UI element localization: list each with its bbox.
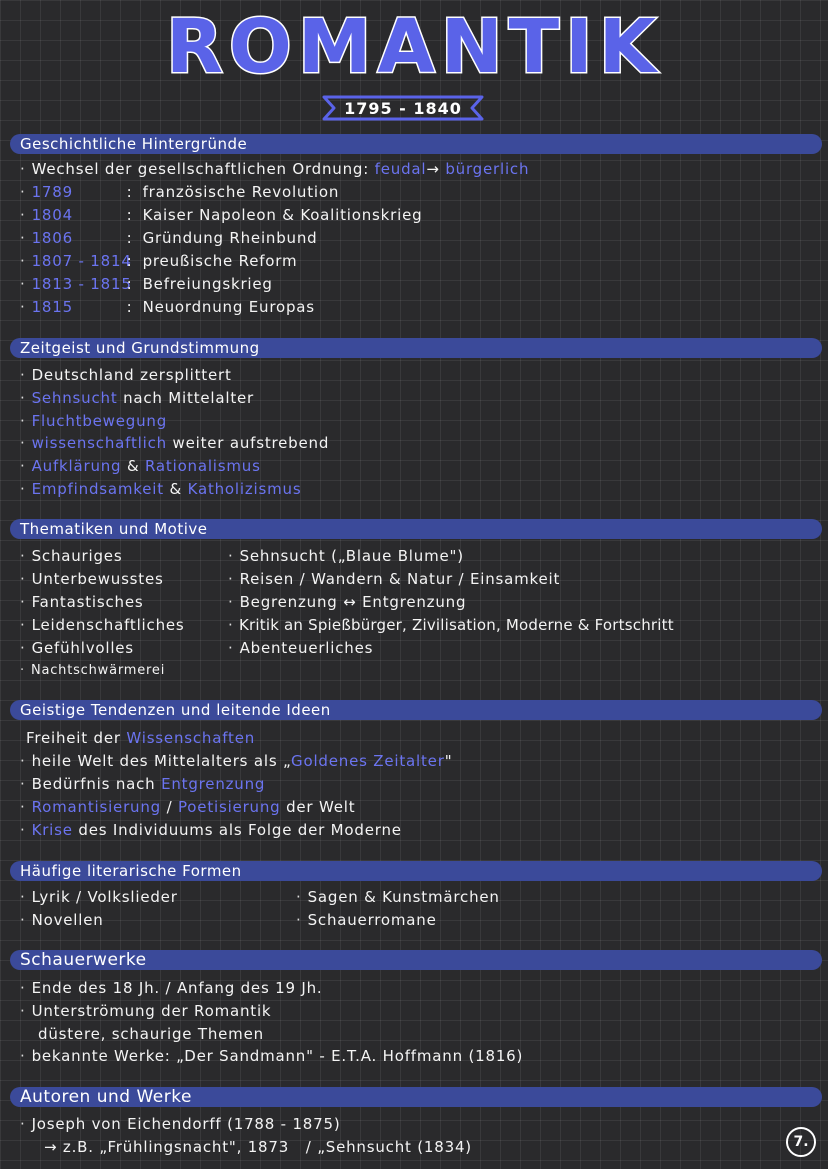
list-item: · Empfindsamkeit & Katholizismus xyxy=(20,480,302,498)
list-item: · Kritik an Spießbürger, Zivilisation, Mo… xyxy=(228,616,674,634)
years-banner: 1795 - 1840 xyxy=(322,94,484,122)
list-item: · Krise des Individuums als Folge der Mod… xyxy=(20,821,402,839)
event-row: · 1789: französische Revolution xyxy=(20,183,340,201)
list-item: · Ende des 18 Jh. / Anfang des 19 Jh. xyxy=(20,979,323,997)
list-item: · wissenschaftlich weiter aufstrebend xyxy=(20,434,330,452)
list-item: · heile Welt des Mittelalters als „Golden… xyxy=(20,752,453,770)
list-item: · Sehnsucht („Blaue Blume") xyxy=(228,547,464,565)
list-item: · bekannte Werke: „Der Sandmann" - E.T.A.… xyxy=(20,1047,524,1065)
years-range: 1795 - 1840 xyxy=(344,98,462,118)
event-row: · 1804: Kaiser Napoleon & Koalitionskrieg xyxy=(20,206,423,224)
list-item: · Aufklärung & Rationalismus xyxy=(20,457,261,475)
list-item: · Gefühlvolles xyxy=(20,639,134,657)
page-title: ROMANTIK xyxy=(164,3,663,92)
section-heading-themen: Thematiken und Motive xyxy=(10,519,822,539)
list-item: · Deutschland zersplittert xyxy=(20,366,232,384)
list-item: · Nachtschwärmerei xyxy=(20,663,166,678)
list-item: · Unterbewusstes xyxy=(20,570,164,588)
section-heading-geschichte: Geschichtliche Hintergründe xyxy=(10,134,822,154)
list-item: · Schauerromane xyxy=(296,911,437,929)
list-item: · Reisen / Wandern & Natur / Einsamkeit xyxy=(228,570,561,588)
list-item: · Sagen & Kunstmärchen xyxy=(296,888,500,906)
event-row: · 1806: Gründung Rheinbund xyxy=(20,229,318,247)
list-item: · Abenteuerliches xyxy=(228,639,374,657)
list-item: düstere, schaurige Themen xyxy=(38,1025,264,1043)
section-heading-autoren: Autoren und Werke xyxy=(10,1087,822,1107)
list-item: · Novellen xyxy=(20,911,104,929)
geschichte-intro: · Wechsel der gesellschaftlichen Ordnung:… xyxy=(20,160,530,178)
list-item: · Unterströmung der Romantik xyxy=(20,1002,272,1020)
list-item: · Sehnsucht nach Mittelalter xyxy=(20,389,255,407)
event-row: · 1807 - 1814: preußische Reform xyxy=(20,252,298,270)
section-heading-zeitgeist: Zeitgeist und Grundstimmung xyxy=(10,338,822,358)
list-item: · Joseph von Eichendorff (1788 - 1875) xyxy=(20,1115,341,1133)
list-item: · Schauriges xyxy=(20,547,123,565)
event-row: · 1813 - 1815: Befreiungskrieg xyxy=(20,275,273,293)
page-number: 7. xyxy=(786,1127,816,1157)
section-heading-schauer: Schauerwerke xyxy=(10,950,822,970)
list-item: Freiheit der Wissenschaften xyxy=(26,729,256,747)
list-item: · Fluchtbewegung xyxy=(20,412,168,430)
section-heading-formen: Häufige literarische Formen xyxy=(10,861,822,881)
event-row: · 1815: Neuordnung Europas xyxy=(20,298,315,316)
list-item: → z.B. „Frühlingsnacht", 1873 / „Sehnsuc… xyxy=(44,1138,472,1156)
list-item: · Romantisierung / Poetisierung der Welt xyxy=(20,798,356,816)
list-item: · Fantastisches xyxy=(20,593,144,611)
list-item: · Lyrik / Volkslieder xyxy=(20,888,178,906)
list-item: · Leidenschaftliches xyxy=(20,616,185,634)
section-heading-tendenzen: Geistige Tendenzen und leitende Ideen xyxy=(10,700,822,720)
list-item: · Begrenzung ↔ Entgrenzung xyxy=(228,593,467,611)
list-item: · Bedürfnis nach Entgrenzung xyxy=(20,775,266,793)
